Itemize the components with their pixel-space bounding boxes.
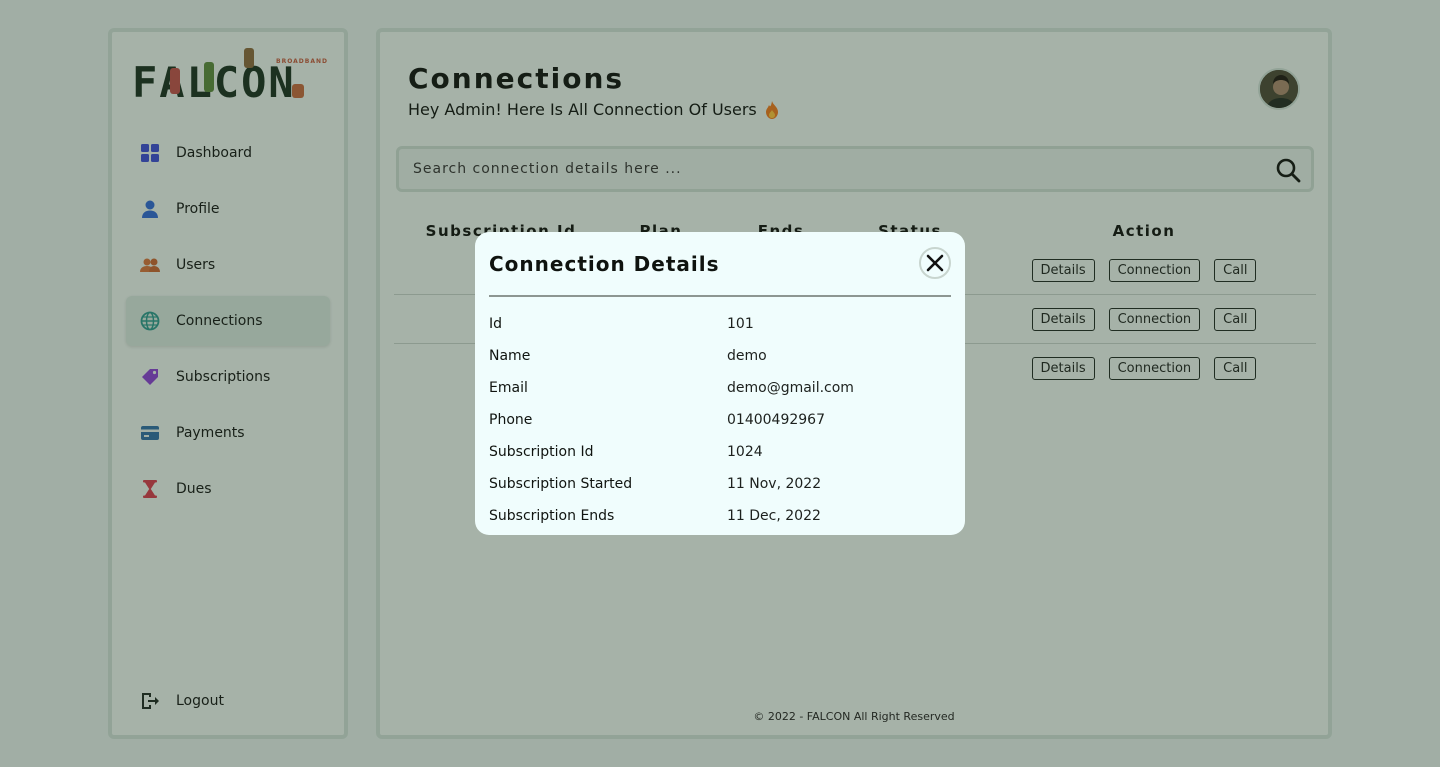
detail-label: Email	[489, 380, 528, 396]
detail-value: demo@gmail.com	[727, 380, 854, 396]
detail-value: 11 Nov, 2022	[727, 476, 822, 492]
detail-label: Name	[489, 348, 531, 364]
detail-row-name: Name demo	[489, 340, 951, 372]
detail-value: 101	[727, 316, 754, 332]
connection-details-modal: Connection Details Id 101 Name demo Emai…	[475, 232, 965, 535]
detail-row-email: Email demo@gmail.com	[489, 372, 951, 404]
close-button[interactable]	[919, 247, 951, 279]
detail-value: demo	[727, 348, 767, 364]
close-icon	[926, 254, 944, 272]
detail-label: Subscription Id	[489, 444, 594, 460]
detail-label: Phone	[489, 412, 533, 428]
detail-row-subscription-ends: Subscription Ends 11 Dec, 2022	[489, 500, 951, 532]
detail-label: Subscription Started	[489, 476, 633, 492]
detail-row-subscription-id: Subscription Id 1024	[489, 436, 951, 468]
detail-value: 01400492967	[727, 412, 825, 428]
detail-row-phone: Phone 01400492967	[489, 404, 951, 436]
detail-row-subscription-started: Subscription Started 11 Nov, 2022	[489, 468, 951, 500]
page: FALCON BROADBAND Dashboard Profile	[0, 0, 1440, 767]
detail-list: Id 101 Name demo Email demo@gmail.com Ph…	[489, 308, 951, 532]
detail-label: Subscription Ends	[489, 508, 615, 524]
modal-title: Connection Details	[489, 252, 720, 276]
detail-value: 1024	[727, 444, 763, 460]
detail-label: Id	[489, 316, 503, 332]
detail-row-id: Id 101	[489, 308, 951, 340]
modal-divider	[489, 295, 951, 297]
detail-value: 11 Dec, 2022	[727, 508, 821, 524]
